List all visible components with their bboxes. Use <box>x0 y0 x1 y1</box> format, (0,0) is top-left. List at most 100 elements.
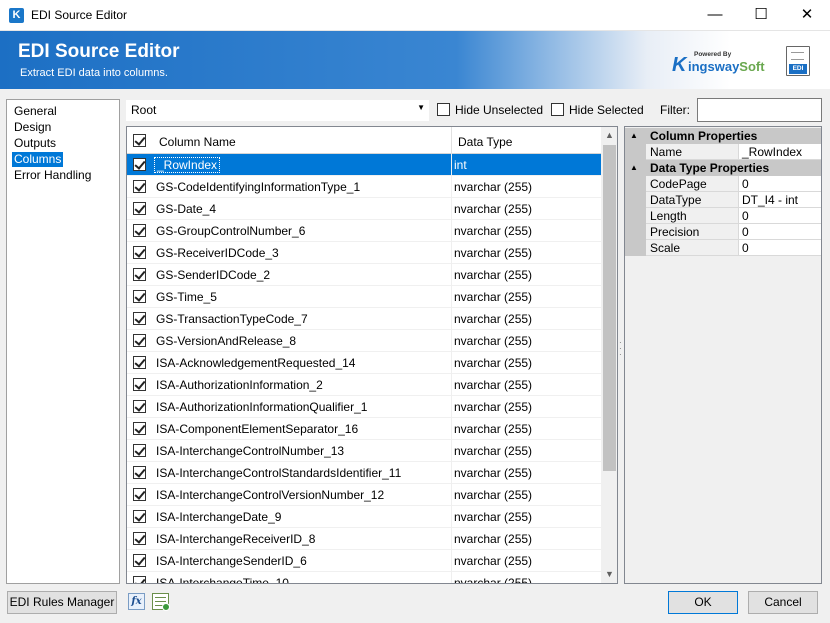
scroll-down-icon[interactable]: ▼ <box>601 566 617 583</box>
table-row[interactable]: ISA-AcknowledgementRequested_14 nvarchar … <box>127 352 601 374</box>
column-name-cell[interactable]: GS-Date_4 <box>156 202 216 216</box>
column-name-cell[interactable]: GS-SenderIDCode_2 <box>156 268 270 282</box>
row-checkbox[interactable] <box>133 290 146 303</box>
close-button[interactable]: ✕ <box>784 0 830 31</box>
column-name-cell[interactable]: ISA-AcknowledgementRequested_14 <box>156 356 355 370</box>
property-row-length[interactable]: Length 0 <box>625 208 821 224</box>
property-row-codepage[interactable]: CodePage 0 <box>625 176 821 192</box>
table-row[interactable]: GS-Time_5 nvarchar (255) <box>127 286 601 308</box>
column-name-cell[interactable]: GS-VersionAndRelease_8 <box>156 334 296 348</box>
vertical-scrollbar[interactable]: ▲ ▼ <box>601 127 617 583</box>
table-row[interactable]: _RowIndex int <box>127 154 601 176</box>
scroll-up-icon[interactable]: ▲ <box>601 127 617 144</box>
data-type-cell[interactable]: nvarchar (255) <box>454 180 532 194</box>
row-checkbox[interactable] <box>133 444 146 457</box>
data-type-cell[interactable]: nvarchar (255) <box>454 532 532 546</box>
data-type-cell[interactable]: nvarchar (255) <box>454 400 532 414</box>
table-row[interactable]: ISA-InterchangeTime_10 nvarchar (255) <box>127 572 601 583</box>
table-row[interactable]: GS-GroupControlNumber_6 nvarchar (255) <box>127 220 601 242</box>
row-checkbox[interactable] <box>133 158 146 171</box>
column-properties-category[interactable]: ▲ Column Properties <box>625 128 821 144</box>
row-checkbox[interactable] <box>133 180 146 193</box>
property-row-name[interactable]: Name _RowIndex <box>625 144 821 160</box>
table-row[interactable]: GS-ReceiverIDCode_3 nvarchar (255) <box>127 242 601 264</box>
column-name-cell[interactable]: ISA-InterchangeControlVersionNumber_12 <box>156 488 384 502</box>
ok-button[interactable]: OK <box>668 591 738 614</box>
data-type-header[interactable]: Data Type <box>458 135 512 149</box>
data-type-cell[interactable]: nvarchar (255) <box>454 488 532 502</box>
row-checkbox[interactable] <box>133 422 146 435</box>
column-name-cell[interactable]: GS-CodeIdentifyingInformationType_1 <box>156 180 360 194</box>
column-name-cell[interactable]: ISA-InterchangeDate_9 <box>156 510 281 524</box>
table-row[interactable]: GS-Date_4 nvarchar (255) <box>127 198 601 220</box>
nav-item-columns[interactable]: Columns <box>12 152 64 167</box>
row-checkbox[interactable] <box>133 378 146 391</box>
column-name-cell[interactable]: ISA-ComponentElementSeparator_16 <box>156 422 358 436</box>
column-name-cell[interactable]: ISA-InterchangeTime_10 <box>156 576 289 583</box>
data-type-cell[interactable]: nvarchar (255) <box>454 202 532 216</box>
row-checkbox[interactable] <box>133 466 146 479</box>
nav-item-outputs[interactable]: Outputs <box>12 136 58 151</box>
data-type-cell[interactable]: nvarchar (255) <box>454 510 532 524</box>
property-value[interactable]: 0 <box>739 240 821 256</box>
edi-rules-manager-button[interactable]: EDI Rules Manager <box>7 591 117 614</box>
row-checkbox[interactable] <box>133 224 146 237</box>
maximize-button[interactable]: ☐ <box>738 0 784 31</box>
data-type-cell[interactable]: nvarchar (255) <box>454 224 532 238</box>
table-row[interactable]: GS-CodeIdentifyingInformationType_1 nvarc… <box>127 176 601 198</box>
row-checkbox[interactable] <box>133 202 146 215</box>
row-checkbox[interactable] <box>133 268 146 281</box>
nav-item-error-handling[interactable]: Error Handling <box>12 168 93 183</box>
data-type-cell[interactable]: nvarchar (255) <box>454 334 532 348</box>
column-name-cell[interactable]: GS-TransactionTypeCode_7 <box>156 312 308 326</box>
table-row[interactable]: ISA-AuthorizationInformation_2 nvarchar (… <box>127 374 601 396</box>
table-row[interactable]: ISA-InterchangeControlNumber_13 nvarchar … <box>127 440 601 462</box>
expression-fx-icon[interactable]: fx <box>128 593 145 610</box>
splitter-handle[interactable]: · · · <box>619 339 623 362</box>
hide-selected-box[interactable] <box>551 103 564 117</box>
property-value[interactable]: 0 <box>739 176 821 192</box>
hide-selected-checkbox[interactable]: Hide Selected <box>551 102 644 118</box>
property-value[interactable]: DT_I4 - int <box>739 192 821 208</box>
property-row-datatype[interactable]: DataType DT_I4 - int <box>625 192 821 208</box>
column-name-cell[interactable]: ISA-InterchangeReceiverID_8 <box>156 532 315 546</box>
table-row[interactable]: GS-VersionAndRelease_8 nvarchar (255) <box>127 330 601 352</box>
data-type-cell[interactable]: nvarchar (255) <box>454 246 532 260</box>
data-type-cell[interactable]: nvarchar (255) <box>454 356 532 370</box>
select-all-checkbox[interactable] <box>133 134 146 147</box>
nav-item-general[interactable]: General <box>12 104 59 119</box>
data-type-cell[interactable]: nvarchar (255) <box>454 576 532 583</box>
data-type-cell[interactable]: nvarchar (255) <box>454 290 532 304</box>
row-checkbox[interactable] <box>133 532 146 545</box>
column-name-cell[interactable]: GS-ReceiverIDCode_3 <box>156 246 279 260</box>
property-value[interactable]: _RowIndex <box>739 144 821 160</box>
row-checkbox[interactable] <box>133 334 146 347</box>
column-mapping-sheet-icon[interactable] <box>152 593 170 611</box>
data-type-cell[interactable]: nvarchar (255) <box>454 444 532 458</box>
row-checkbox[interactable] <box>133 510 146 523</box>
table-row[interactable]: GS-TransactionTypeCode_7 nvarchar (255) <box>127 308 601 330</box>
data-type-properties-category[interactable]: ▲ Data Type Properties <box>625 160 821 176</box>
table-row[interactable]: ISA-InterchangeControlStandardsIdentifie… <box>127 462 601 484</box>
filter-input[interactable] <box>697 98 822 122</box>
property-value[interactable]: 0 <box>739 208 821 224</box>
table-row[interactable]: ISA-InterchangeSenderID_6 nvarchar (255) <box>127 550 601 572</box>
column-name-cell[interactable]: ISA-AuthorizationInformationQualifier_1 <box>156 400 367 414</box>
data-type-cell[interactable]: nvarchar (255) <box>454 268 532 282</box>
cancel-button[interactable]: Cancel <box>748 591 818 614</box>
data-type-cell[interactable]: int <box>454 158 467 172</box>
column-name-header[interactable]: Column Name <box>159 135 236 149</box>
table-row[interactable]: ISA-InterchangeDate_9 nvarchar (255) <box>127 506 601 528</box>
minimize-button[interactable]: — <box>692 0 738 31</box>
row-checkbox[interactable] <box>133 356 146 369</box>
data-type-cell[interactable]: nvarchar (255) <box>454 554 532 568</box>
table-row[interactable]: ISA-ComponentElementSeparator_16 nvarchar… <box>127 418 601 440</box>
nav-item-design[interactable]: Design <box>12 120 53 135</box>
row-checkbox[interactable] <box>133 400 146 413</box>
table-row[interactable]: GS-SenderIDCode_2 nvarchar (255) <box>127 264 601 286</box>
property-row-precision[interactable]: Precision 0 <box>625 224 821 240</box>
collapse-icon[interactable]: ▲ <box>630 160 638 176</box>
data-type-cell[interactable]: nvarchar (255) <box>454 312 532 326</box>
row-checkbox[interactable] <box>133 488 146 501</box>
row-checkbox[interactable] <box>133 576 146 583</box>
